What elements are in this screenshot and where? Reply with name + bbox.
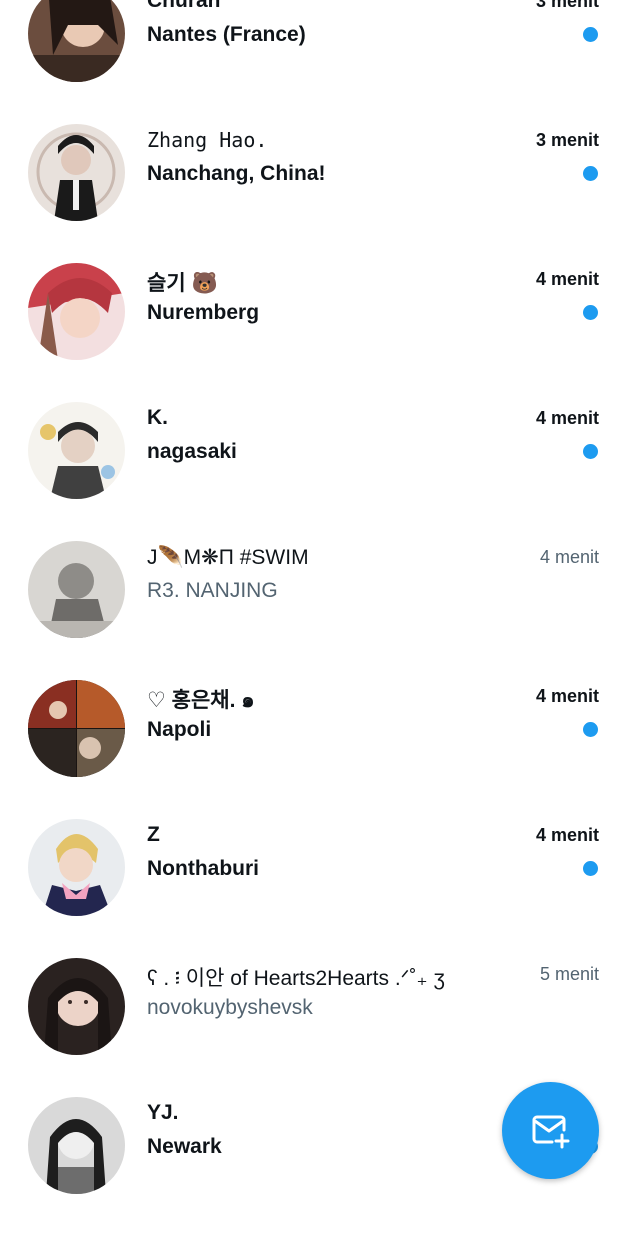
conversation-name: Zhang Hao.	[147, 128, 268, 152]
conversation-time: 3 menit	[535, 130, 599, 150]
conversation-row[interactable]: K. nagasaki 4 menit	[0, 402, 626, 541]
unread-dot	[583, 166, 598, 181]
conversation-row[interactable]: Zhang Hao. Nanchang, China! 3 menit	[0, 124, 626, 263]
avatar[interactable]	[28, 680, 125, 777]
new-message-icon	[532, 1115, 569, 1148]
unread-dot	[583, 305, 598, 320]
conversation-row[interactable]: Z Nonthaburi 4 menit	[0, 819, 626, 958]
avatar[interactable]	[28, 263, 125, 360]
conversation-preview: Nuremberg	[147, 301, 260, 324]
conversation-time: 4 menit	[535, 686, 599, 706]
conversation-time: 4 menit	[539, 547, 599, 567]
conversation-time: 4 menit	[535, 408, 599, 428]
conversation-row[interactable]: ♡ 홍은채. ๑ Napoli 4 menit	[0, 680, 626, 819]
conversation-preview: Nanchang, China!	[147, 162, 326, 185]
conversation-name: ♡ 홍은채. ๑	[147, 689, 255, 712]
new-message-button[interactable]	[502, 1082, 599, 1179]
conversation-name: K.	[147, 406, 168, 429]
conversation-row[interactable]: J🪶M❋Π #SWIM R3. NANJING 4 menit	[0, 541, 626, 680]
avatar[interactable]	[28, 0, 125, 82]
conversation-preview: Napoli	[147, 718, 212, 741]
conversation-preview: Newark	[147, 1135, 222, 1158]
avatar[interactable]	[28, 819, 125, 916]
unread-dot	[583, 27, 598, 42]
conversation-preview: Nonthaburi	[147, 857, 259, 880]
avatar[interactable]	[28, 541, 125, 638]
conversation-time: 3 menit	[535, 0, 599, 11]
conversation-row[interactable]: Churan Nantes (France) 3 menit	[0, 0, 626, 124]
conversation-preview: nagasaki	[147, 440, 237, 463]
conversation-preview: R3. NANJING	[147, 579, 278, 602]
conversation-name: Churan	[147, 0, 221, 12]
conversation-row[interactable]: ʕ . ፧ 이안 of Hearts2Hearts .ᐟ˚₊ ʒ novokuy…	[0, 958, 626, 1097]
unread-dot	[583, 722, 598, 737]
conversation-name: Z	[147, 823, 160, 846]
avatar[interactable]	[28, 124, 125, 221]
conversation-row[interactable]: 슬기 🐻 Nuremberg 4 menit	[0, 263, 626, 402]
conversation-name: J🪶M❋Π #SWIM	[147, 546, 309, 569]
conversation-name: YJ.	[147, 1101, 179, 1124]
conversation-name: ʕ . ፧ 이안 of Hearts2Hearts .ᐟ˚₊ ʒ	[147, 967, 445, 990]
avatar[interactable]	[28, 1097, 125, 1194]
unread-dot	[583, 861, 598, 876]
avatar[interactable]	[28, 958, 125, 1055]
unread-dot	[583, 444, 598, 459]
conversation-time: 5 menit	[539, 964, 599, 984]
conversation-preview: Nantes (France)	[147, 23, 306, 46]
conversation-name: 슬기 🐻	[147, 272, 218, 295]
conversation-preview: novokuybyshevsk	[147, 996, 313, 1019]
conversation-time: 4 menit	[535, 269, 599, 289]
avatar[interactable]	[28, 402, 125, 499]
conversation-time: 4 menit	[535, 825, 599, 845]
